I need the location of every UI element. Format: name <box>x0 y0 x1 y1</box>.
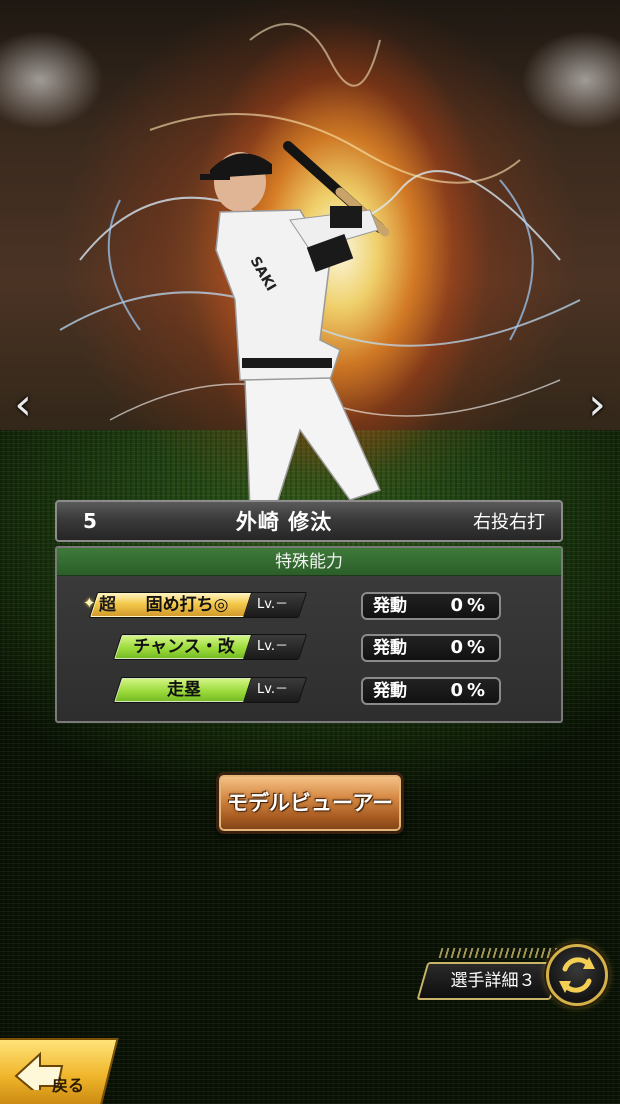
player-name-bar: 5 外崎 修汰 右投右打 <box>55 500 563 542</box>
player-number: 5 <box>83 509 97 533</box>
sparkle-star-icon: ✦ <box>83 594 96 612</box>
trigger-value: 0% <box>450 637 489 658</box>
trigger-label: 発動 <box>373 638 407 658</box>
model-viewer-button[interactable]: モデルビューアー <box>216 772 404 834</box>
ability-row[interactable]: 走塁 Lv.－ 発動 0% <box>57 677 561 705</box>
trigger-rate-box: 発動 0% <box>361 592 501 620</box>
trigger-label: 発動 <box>373 596 407 616</box>
swap-button[interactable] <box>546 944 608 1006</box>
swap-arrows-icon <box>559 957 595 993</box>
skill-name: 固め打ち◎ <box>145 595 229 615</box>
skill-name: チャンス・改 <box>133 637 235 657</box>
special-abilities-panel: 特殊能力 ✦ 超 固め打ち◎ Lv.－ 発動 0% チャンス・改 Lv.－ 発動… <box>55 546 563 723</box>
trigger-rate-box: 発動 0% <box>361 677 501 705</box>
player-handedness: 右投右打 <box>473 512 545 533</box>
player-figure: SAKI <box>200 141 390 511</box>
skill-level: Lv.－ <box>257 682 289 697</box>
trigger-rate-box: 発動 0% <box>361 634 501 662</box>
player-name: 外崎 修汰 <box>235 510 333 534</box>
skill-level: Lv.－ <box>257 639 289 654</box>
super-prefix: 超 <box>99 595 116 615</box>
trigger-label: 発動 <box>373 681 407 701</box>
player-detail-label[interactable]: 選手詳細３ <box>434 962 552 1000</box>
ability-row[interactable]: チャンス・改 Lv.－ 発動 0% <box>57 634 561 662</box>
next-player-chevron-right-icon[interactable]: › <box>582 380 612 430</box>
ability-row[interactable]: ✦ 超 固め打ち◎ Lv.－ 発動 0% <box>57 592 561 620</box>
skill-level: Lv.－ <box>257 597 289 612</box>
detail-tab-stripe <box>438 948 562 958</box>
skill-name: 走塁 <box>167 680 201 700</box>
trigger-value: 0% <box>450 595 489 616</box>
back-label[interactable]: 戻る <box>52 1072 84 1096</box>
prev-player-chevron-left-icon[interactable]: ‹ <box>8 380 38 430</box>
trigger-value: 0% <box>450 680 489 701</box>
special-abilities-header: 特殊能力 <box>57 548 561 576</box>
